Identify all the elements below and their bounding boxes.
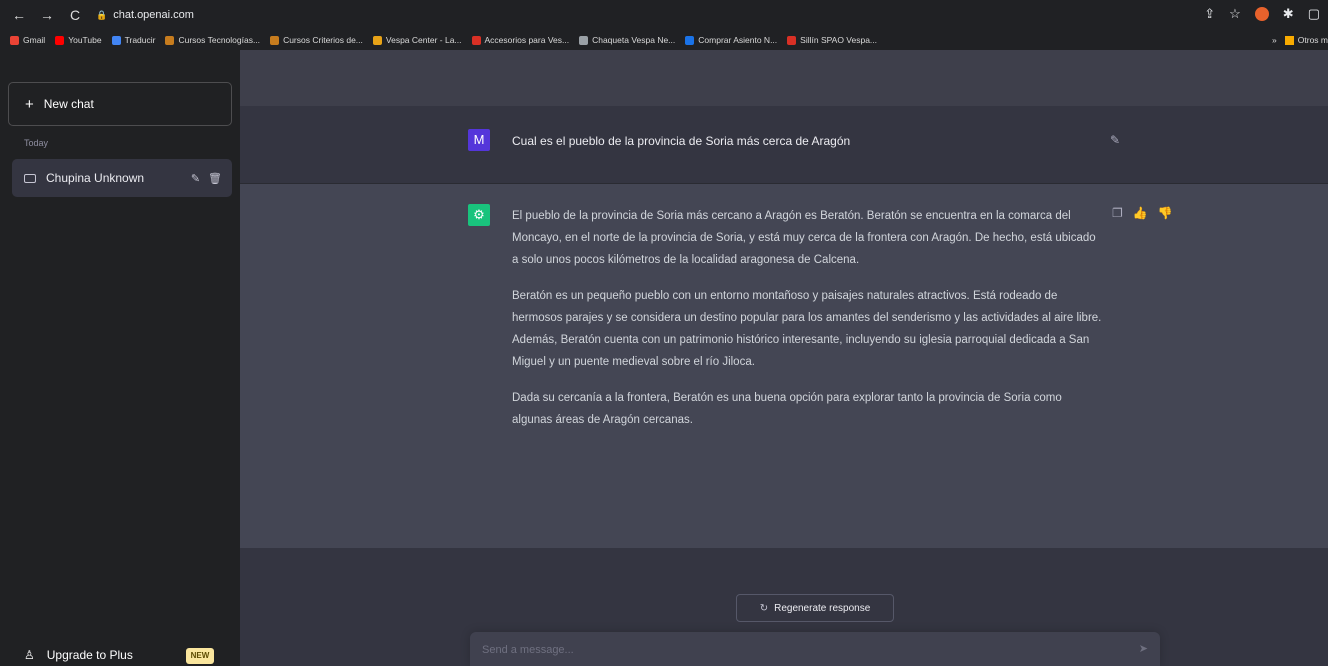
extension-icon[interactable] (1254, 7, 1269, 21)
chat-bubble-icon (24, 173, 36, 183)
assistant-paragraph: El pueblo de la provincia de Soria más c… (512, 210, 1096, 266)
regenerate-button[interactable]: ↻ Regenerate response (736, 594, 894, 622)
assistant-paragraph: Dada su cercanía a la frontera, Beratón … (512, 392, 1062, 426)
user-icon: ♙ (24, 648, 35, 662)
bookmark-item[interactable]: YouTube (55, 35, 102, 45)
bookmark-item[interactable]: Comprar Asiento N... (685, 35, 777, 45)
favicon-icon (685, 35, 695, 45)
sidebar: + New chat Today Chupina Unknown ✎ 🗑 ♙ U… (0, 50, 240, 666)
bookmark-label: Vespa Center - La... (385, 35, 462, 45)
bookmark-item[interactable]: Cursos Criterios de... (270, 35, 363, 45)
favicon-icon (270, 35, 280, 45)
puzzle-icon[interactable]: ✱ (1283, 6, 1294, 22)
user-avatar: M (468, 129, 490, 151)
message-composer: ➤ (470, 632, 1160, 666)
assistant-message: El pueblo de la provincia de Soria más c… (512, 205, 1102, 445)
bookmark-label: Accesorios para Ves... (484, 35, 570, 45)
folder-icon (1284, 35, 1294, 45)
bookmark-label: Sillín SPAO Vespa... (800, 35, 878, 45)
thumbs-down-icon[interactable]: 👎 (1158, 206, 1173, 220)
favicon-icon (165, 35, 175, 45)
bookmark-item[interactable]: Vespa Center - La... (372, 35, 462, 45)
bookmark-label: Traducir (124, 35, 156, 45)
url-text: chat.openai.com (113, 9, 194, 21)
feedback-actions: ❐ 👍 👎 (1112, 206, 1173, 220)
new-chat-button[interactable]: + New chat (8, 82, 232, 126)
forward-icon[interactable]: → (38, 6, 56, 24)
bookmark-label: Gmail (23, 35, 46, 45)
favicon-icon (471, 35, 481, 45)
user-message: Cual es el pueblo de la provincia de Sor… (512, 134, 851, 148)
favicon-icon (111, 35, 121, 45)
star-icon[interactable]: ☆ (1229, 6, 1241, 22)
bookmark-item[interactable]: Gmail (10, 35, 45, 45)
bookmark-label: Chaqueta Vespa Ne... (592, 35, 676, 45)
refresh-icon: ↻ (759, 602, 769, 614)
bookmark-item[interactable]: Traducir (111, 35, 156, 45)
trash-icon[interactable]: 🗑 (208, 172, 222, 185)
favicon-icon (372, 35, 382, 45)
window-icon[interactable]: ▢ (1308, 6, 1320, 22)
bookmark-label: Cursos Tecnologías... (178, 35, 261, 45)
favicon-icon (787, 35, 797, 45)
bookmark-label: Cursos Criterios de... (283, 35, 363, 45)
favicon-icon (579, 35, 589, 45)
upgrade-button[interactable]: ♙ Upgrade to Plus (24, 648, 133, 662)
share-icon[interactable]: ⇪ (1204, 6, 1215, 22)
conversation-title: Chupina Unknown (46, 171, 145, 185)
favicon-icon (55, 35, 65, 45)
send-icon[interactable]: ➤ (1139, 642, 1148, 655)
new-badge: NEW (186, 648, 214, 664)
bookmark-label: YouTube (68, 35, 102, 45)
browser-toolbar: ← → C 🔒 chat.openai.com ⇪ ☆ ✱ ▢ (0, 0, 1328, 30)
favicon-icon (10, 35, 19, 45)
other-bookmarks[interactable]: » Otros m (1266, 30, 1328, 50)
bookmark-label: Comprar Asiento N... (698, 35, 778, 45)
sidebar-item-conversation[interactable]: Chupina Unknown ✎ 🗑 (12, 159, 232, 197)
plus-icon: + (25, 95, 34, 113)
bookmark-item[interactable]: Chaqueta Vespa Ne... (579, 35, 675, 45)
copy-icon[interactable]: ❐ (1112, 206, 1123, 220)
edit-icon[interactable]: ✎ (1110, 133, 1120, 147)
chat-main: M Cual es el pueblo de la provincia de S… (240, 50, 1328, 666)
back-icon[interactable]: ← (10, 6, 28, 24)
message-input[interactable] (482, 640, 1102, 660)
reload-icon[interactable]: C (66, 6, 84, 24)
section-label: Today (24, 138, 49, 148)
bookmarks-bar: Gmail YouTube Traducir Cursos Tecnologías..… (0, 30, 1328, 50)
bookmark-item[interactable]: Accesorios para Ves... (471, 35, 570, 45)
pencil-icon[interactable]: ✎ (191, 172, 200, 185)
bookmark-item[interactable]: Sillín SPAO Vespa... (787, 35, 877, 45)
top-strip (240, 50, 1328, 106)
address-bar[interactable]: 🔒 chat.openai.com (96, 4, 194, 26)
assistant-avatar: ⚙ (468, 204, 490, 226)
assistant-paragraph: Beratón es un pequeño pueblo con un ento… (512, 290, 1102, 368)
lock-icon: 🔒 (96, 9, 108, 20)
thumbs-up-icon[interactable]: 👍 (1133, 206, 1148, 220)
bookmark-item[interactable]: Cursos Tecnologías... (165, 35, 260, 45)
